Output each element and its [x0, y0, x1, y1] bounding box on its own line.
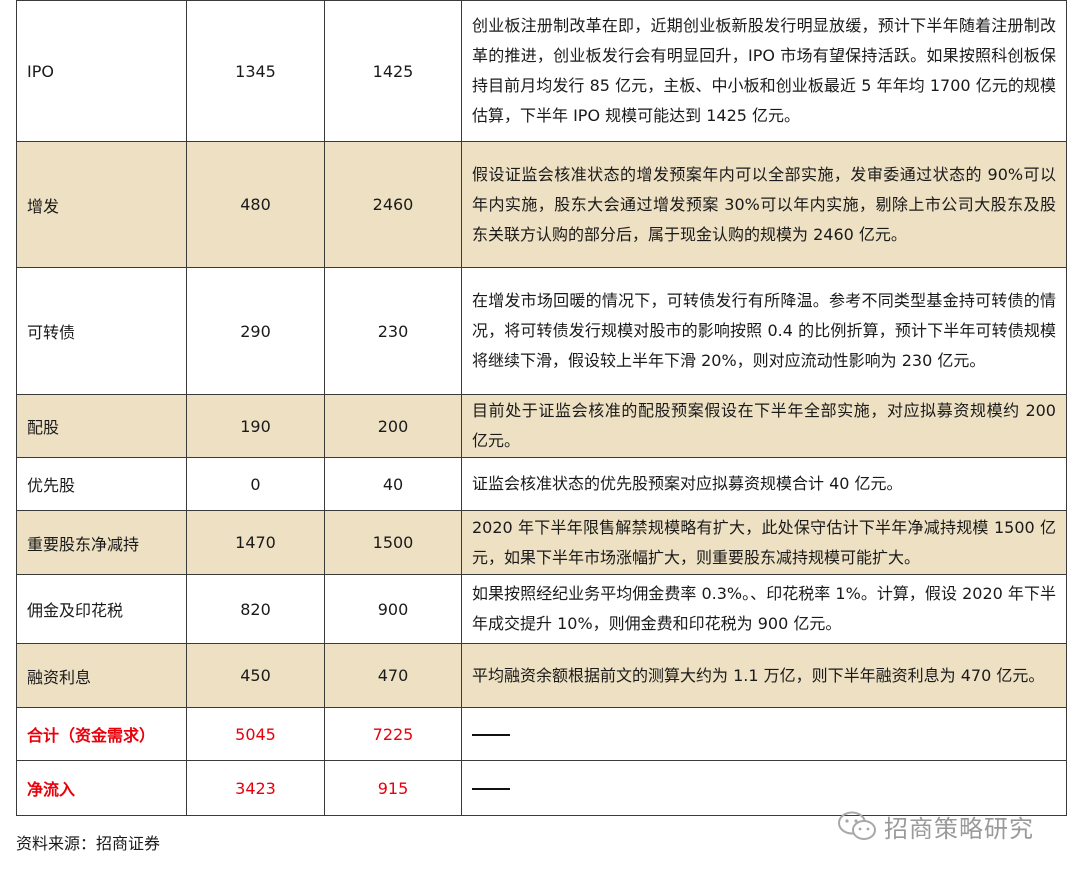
description-cell: 平均融资余额根据前文的测算大约为 1.1 万亿，则下半年融资利息为 470 亿元…: [461, 643, 1067, 708]
description-cell: 目前处于证监会核准的配股预案假设在下半年全部实施，对应拟募资规模约 200 亿元…: [461, 394, 1067, 458]
first-half-value: 1470: [186, 510, 325, 575]
total-first-half: 5045: [186, 707, 325, 761]
total-label: 合计（资金需求）: [16, 707, 187, 761]
wechat-icon: [838, 811, 876, 840]
item-cell: 配股: [16, 394, 187, 458]
second-half-value: 1500: [324, 510, 462, 575]
item-cell: 重要股东净减持: [16, 510, 187, 575]
net-inflow-second-half: 915: [324, 760, 462, 816]
first-half-value: 0: [186, 457, 325, 511]
first-half-value: 820: [186, 574, 325, 644]
first-half-value: 1345: [186, 0, 325, 142]
item-cell: 增发: [16, 141, 187, 268]
source-note: 资料来源：招商证券: [16, 834, 161, 853]
table-row: 融资利息 450 470 平均融资余额根据前文的测算大约为 1.1 万亿，则下半…: [16, 643, 1067, 708]
description-cell: 创业板注册制改革在即，近期创业板新股发行明显放缓，预计下半年随着注册制改革的推进…: [461, 0, 1067, 142]
second-half-value: 200: [324, 394, 462, 458]
second-half-value: 230: [324, 267, 462, 395]
table-row: 增发 480 2460 假设证监会核准状态的增发预案年内可以全部实施，发审委通过…: [16, 141, 1067, 268]
first-half-value: 450: [186, 643, 325, 708]
first-half-value: 290: [186, 267, 325, 395]
table-row: 优先股 0 40 证监会核准状态的优先股预案对应拟募资规模合计 40 亿元。: [16, 457, 1067, 511]
table-row: 重要股东净减持 1470 1500 2020 年下半年限售解禁规模略有扩大，此处…: [16, 510, 1067, 575]
table-row: IPO 1345 1425 创业板注册制改革在即，近期创业板新股发行明显放缓，预…: [16, 0, 1067, 142]
first-half-value: 480: [186, 141, 325, 268]
liquidity-table: IPO 1345 1425 创业板注册制改革在即，近期创业板新股发行明显放缓，预…: [16, 0, 1067, 816]
watermark-text: 招商策略研究: [884, 814, 1034, 843]
description-cell: 如果按照经纪业务平均佣金费率 0.3%。、印花税率 1%。计算，假设 2020 …: [461, 574, 1067, 644]
table-row: 佣金及印花税 820 900 如果按照经纪业务平均佣金费率 0.3%。、印花税率…: [16, 574, 1067, 644]
item-cell: 融资利息: [16, 643, 187, 708]
total-row: 合计（资金需求） 5045 7225: [16, 707, 1067, 761]
item-cell: IPO: [16, 0, 187, 142]
watermark: 招商策略研究: [836, 808, 1034, 844]
total-second-half: 7225: [324, 707, 462, 761]
table-row: 可转债 290 230 在增发市场回暖的情况下，可转债发行有所降温。参考不同类型…: [16, 267, 1067, 395]
description-cell: 证监会核准状态的优先股预案对应拟募资规模合计 40 亿元。: [461, 457, 1067, 511]
second-half-value: 40: [324, 457, 462, 511]
description-cell: 2020 年下半年限售解禁规模略有扩大，此处保守估计下半年净减持规模 1500 …: [461, 510, 1067, 575]
table-row: 配股 190 200 目前处于证监会核准的配股预案假设在下半年全部实施，对应拟募…: [16, 394, 1067, 458]
total-description: [461, 707, 1067, 761]
dash-mark: [472, 733, 510, 736]
dash-mark: [472, 787, 510, 790]
item-cell: 优先股: [16, 457, 187, 511]
net-inflow-first-half: 3423: [186, 760, 325, 816]
item-cell: 可转债: [16, 267, 187, 395]
second-half-value: 2460: [324, 141, 462, 268]
second-half-value: 470: [324, 643, 462, 708]
description-cell: 在增发市场回暖的情况下，可转债发行有所降温。参考不同类型基金持可转债的情况，将可…: [461, 267, 1067, 395]
second-half-value: 900: [324, 574, 462, 644]
net-inflow-label: 净流入: [16, 760, 187, 816]
second-half-value: 1425: [324, 0, 462, 142]
item-cell: 佣金及印花税: [16, 574, 187, 644]
first-half-value: 190: [186, 394, 325, 458]
description-cell: 假设证监会核准状态的增发预案年内可以全部实施，发审委通过状态的 90%可以年内实…: [461, 141, 1067, 268]
